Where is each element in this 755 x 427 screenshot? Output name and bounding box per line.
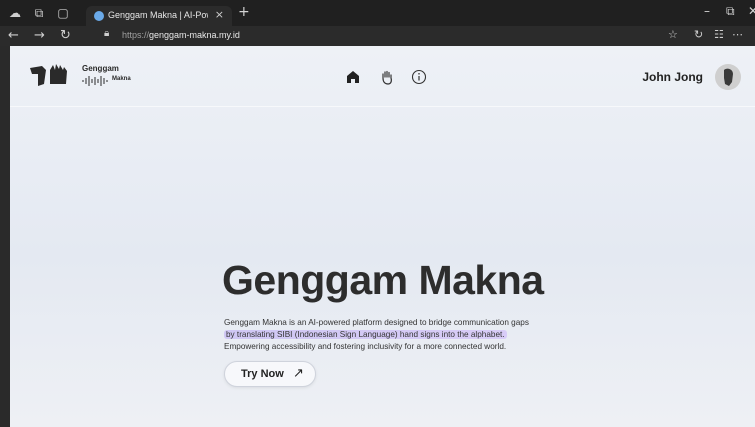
hero-description: Genggam Makna is an AI-powered platform … bbox=[224, 317, 584, 353]
hero-section: Genggam Makna Genggam Makna is an AI-pow… bbox=[10, 106, 755, 427]
address-bar: ← → ↻ 🔒︎ https://genggam-makna.my.id ☆ ↻… bbox=[0, 26, 755, 46]
refresh-icon[interactable]: ↻ bbox=[60, 28, 71, 43]
restore-icon[interactable]: ⧉ bbox=[726, 4, 735, 19]
forward-icon[interactable]: → bbox=[34, 28, 45, 43]
logo-title: Genggam bbox=[82, 64, 119, 73]
home-icon[interactable] bbox=[344, 68, 362, 86]
hero-desc-line-2-highlight: by translating SIBI (Indonesian Sign Lan… bbox=[224, 330, 507, 339]
url-scheme: https:// bbox=[122, 30, 150, 40]
hero-desc-line-1: Genggam Makna is an AI-powered platform … bbox=[224, 318, 529, 327]
url-host: genggam-makna.my.id bbox=[149, 30, 240, 40]
url-field[interactable]: 🔒︎ https://genggam-makna.my.id bbox=[104, 28, 664, 44]
user-menu[interactable]: John Jong bbox=[631, 64, 741, 90]
site-header: Genggam Makna John Jong bbox=[10, 46, 755, 106]
close-window-icon[interactable]: ✕ bbox=[748, 4, 755, 18]
hero-desc-line-3: Empowering accessibility and fostering i… bbox=[224, 342, 507, 351]
user-name: John Jong bbox=[642, 70, 703, 84]
info-icon[interactable] bbox=[410, 68, 428, 86]
lock-icon[interactable]: 🔒︎ bbox=[104, 28, 109, 39]
tab-actions-icon[interactable]: ▢ bbox=[56, 6, 70, 20]
back-icon[interactable]: ← bbox=[8, 28, 19, 43]
url-text: https://genggam-makna.my.id bbox=[122, 30, 240, 40]
profile-icon[interactable]: ☁ bbox=[8, 6, 22, 20]
minimize-icon[interactable]: – bbox=[704, 4, 710, 18]
copilot-icon[interactable]: ↻ bbox=[694, 28, 703, 41]
favorite-star-icon[interactable]: ☆ bbox=[668, 28, 678, 41]
more-options-icon[interactable]: ⋯ bbox=[732, 28, 743, 41]
browser-titlebar: ☁ ⧉ ▢ Genggam Makna | AI-Powered Si × + … bbox=[0, 0, 755, 26]
main-nav bbox=[344, 68, 454, 88]
favorites-icon[interactable]: ☷ bbox=[714, 28, 724, 41]
site-logo[interactable]: Genggam Makna bbox=[28, 58, 148, 94]
workspaces-icon[interactable]: ⧉ bbox=[32, 6, 46, 20]
arrow-up-right-icon: ↗ bbox=[293, 366, 304, 381]
hands-logo-icon bbox=[30, 64, 67, 86]
new-tab-icon[interactable]: + bbox=[238, 4, 250, 20]
hand-icon[interactable] bbox=[378, 68, 396, 86]
hero-title: Genggam Makna bbox=[222, 257, 544, 303]
try-now-label: Try Now bbox=[241, 368, 284, 380]
soundwave-icon bbox=[82, 76, 108, 86]
side-gutter bbox=[0, 46, 10, 427]
tab-title: Genggam Makna | AI-Powered Si bbox=[108, 10, 208, 20]
web-page: Genggam Makna John Jong Genggam Makna Ge… bbox=[10, 46, 755, 427]
site-favicon-icon bbox=[94, 11, 104, 21]
avatar[interactable] bbox=[715, 64, 741, 90]
tab-close-icon[interactable]: × bbox=[215, 8, 224, 21]
try-now-button[interactable]: Try Now ↗ bbox=[224, 361, 316, 387]
logo-subtitle: Makna bbox=[112, 76, 131, 82]
browser-tab[interactable]: Genggam Makna | AI-Powered Si × bbox=[86, 6, 232, 26]
